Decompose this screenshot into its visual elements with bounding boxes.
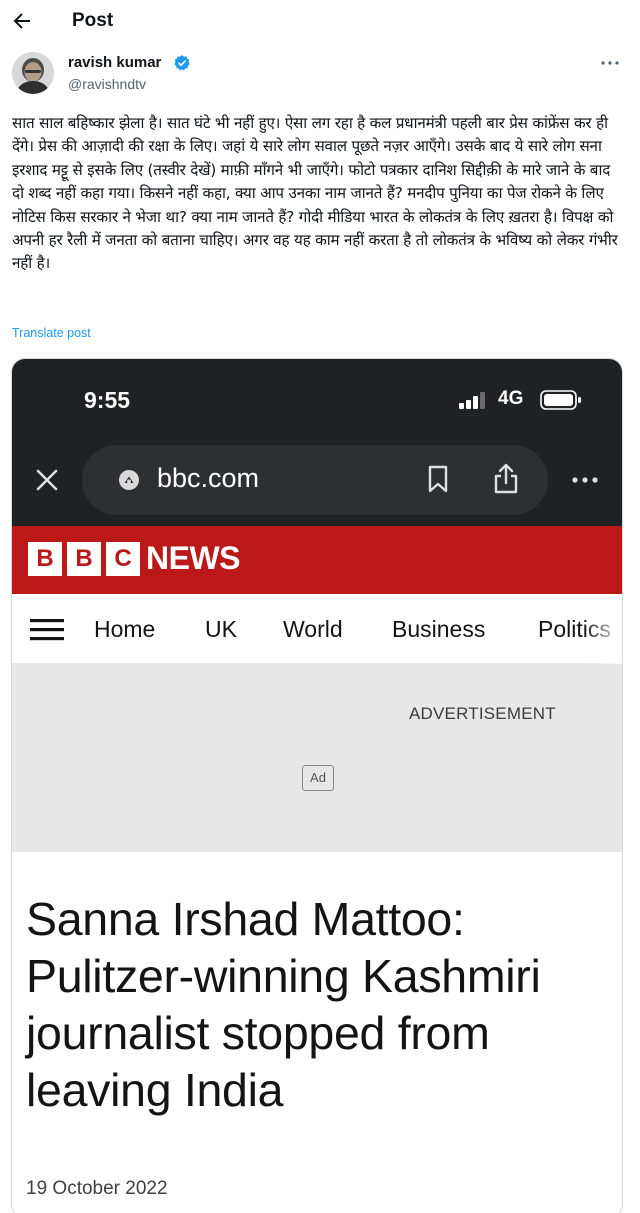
- share-icon[interactable]: [492, 463, 520, 495]
- post-media-image[interactable]: 9:55 4G bbc.com B B C NEWS Home UK World…: [11, 358, 623, 1213]
- close-icon[interactable]: [34, 467, 60, 493]
- bbc-nav-bar: Home UK World Business Politics: [12, 594, 622, 664]
- article-headline: Sanna Irshad Mattoo: Pulitzer-winning Ka…: [26, 893, 541, 1116]
- arrow-left-icon[interactable]: [10, 9, 34, 33]
- advertisement-label: ADVERTISEMENT: [409, 704, 556, 723]
- bbc-nav-uk[interactable]: UK: [205, 616, 237, 643]
- status-bar-time: 9:55: [84, 387, 131, 413]
- bbc-news-banner: B B C NEWS: [12, 526, 622, 594]
- battery-icon: [540, 390, 581, 410]
- ad-badge: Ad: [302, 765, 334, 791]
- article-date: 19 October 2022: [26, 1178, 168, 1199]
- author-handle[interactable]: @ravishndtv: [68, 76, 146, 92]
- hamburger-menu-icon[interactable]: [30, 618, 66, 642]
- browser-address-bar[interactable]: [82, 445, 548, 515]
- translate-post-link[interactable]: Translate post: [12, 326, 91, 340]
- browser-more-icon[interactable]: [570, 475, 600, 485]
- status-bar-network: 4G: [498, 388, 524, 409]
- post-text: सात साल बहिष्कार झेला है। सात घंटे भी नह…: [12, 114, 618, 273]
- top-bar: Post: [0, 0, 640, 44]
- verified-badge-icon: [174, 55, 190, 71]
- page-title: Post: [72, 10, 114, 31]
- bookmark-icon[interactable]: [426, 465, 450, 493]
- nav-fade-overlay: [584, 594, 622, 664]
- signal-strength-icon: [459, 392, 485, 409]
- bbc-nav-home[interactable]: Home: [94, 616, 155, 643]
- bbc-news-wordmark: NEWS: [146, 540, 241, 576]
- site-info-icon[interactable]: [118, 469, 140, 491]
- bbc-logo-letter-b1: B: [28, 542, 62, 576]
- phone-browser-chrome: 9:55 4G bbc.com: [12, 359, 622, 526]
- author-display-name[interactable]: ravish kumar: [68, 54, 161, 71]
- bbc-nav-world[interactable]: World: [283, 616, 343, 643]
- advertisement-area: ADVERTISEMENT Ad: [12, 664, 622, 852]
- bbc-logo-letter-c: C: [106, 542, 140, 576]
- more-options-icon[interactable]: [598, 56, 622, 70]
- bbc-nav-business[interactable]: Business: [392, 616, 485, 643]
- bbc-logo-letter-b2: B: [67, 542, 101, 576]
- avatar[interactable]: [12, 52, 54, 94]
- browser-url[interactable]: bbc.com: [157, 463, 259, 494]
